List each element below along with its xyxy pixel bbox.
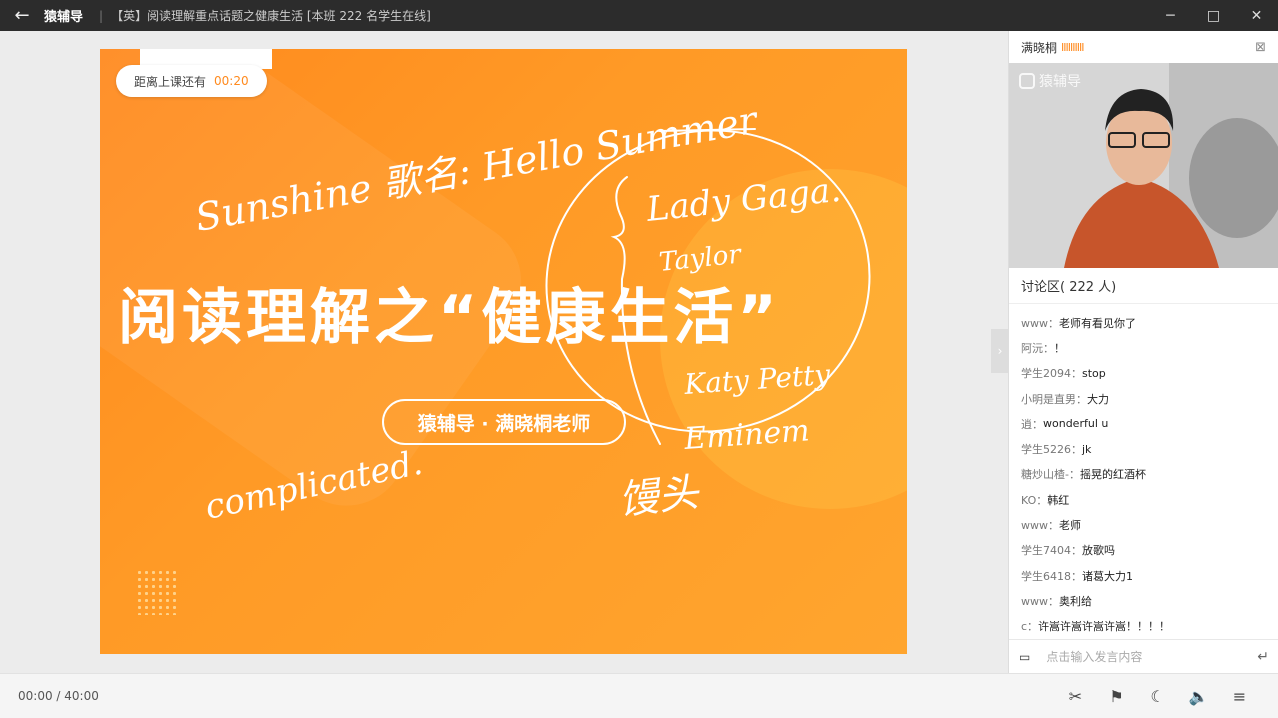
- chat-header: 讨论区( 222 人): [1009, 268, 1278, 304]
- camera-toggle-icon[interactable]: ⊠: [1255, 40, 1266, 55]
- chat-message: www： 奥利给: [1009, 588, 1278, 613]
- chat-text: 老师有看见你了: [1059, 316, 1136, 330]
- side-panel: › 满晓桐 IIIIIIIIII ⊠ 猿辅导 讨论区( 222 人) www：老…: [991, 31, 1278, 673]
- chat-text: 奥利给: [1059, 594, 1092, 608]
- app-brand: 猿辅导: [44, 10, 84, 25]
- handwriting-artist1: Lady Gaga.: [644, 170, 843, 230]
- chat-username: 学生7404：: [1021, 544, 1082, 558]
- chat-text: 老师: [1059, 519, 1081, 533]
- menu-icon[interactable]: ≡: [1219, 687, 1260, 706]
- title-separator: |: [99, 8, 104, 23]
- chat-message: www： 老师有看见你了: [1009, 310, 1278, 335]
- title-bar: ← 猿辅导 | 【英】阅读理解重点话题之健康生活 [本班 222 名学生在线] …: [0, 0, 1278, 31]
- chat-text: wonderful u: [1043, 417, 1109, 431]
- chat-username: 学生5226：: [1021, 443, 1082, 457]
- chevron-right-icon[interactable]: ›: [991, 329, 1009, 373]
- chat-text: 摇晃的红酒杯: [1079, 468, 1146, 482]
- chat-message: 学生5226： jk: [1009, 436, 1278, 461]
- flag-icon[interactable]: ⚑: [1096, 687, 1137, 706]
- chat-username: 学生2094：: [1021, 367, 1082, 381]
- chat-text: 大力: [1087, 392, 1109, 406]
- chat-message: 学生7404： 放歌吗: [1009, 538, 1278, 563]
- class-title: 【英】阅读理解重点话题之健康生活 [本班 222 名学生在线]: [111, 9, 431, 23]
- chat-message: c： 许嵩许嵩许嵩许嵩！！！！: [1009, 614, 1278, 634]
- close-icon[interactable]: ✕: [1235, 0, 1278, 31]
- chat-username: 糖炒山楂-：: [1021, 468, 1080, 482]
- chat-text: 诸葛大力1: [1082, 569, 1133, 583]
- back-arrow-icon[interactable]: ←: [0, 0, 44, 31]
- chat-username: www：: [1021, 519, 1059, 533]
- chat-username: 逍：: [1021, 417, 1043, 431]
- chat-message: 小明是直男： 大力: [1009, 386, 1278, 411]
- chat-text: 韩红: [1047, 493, 1070, 507]
- handwriting-artist4: Eminem: [682, 413, 811, 457]
- chat-message: 糖炒山楂-： 摇晃的红酒杯: [1009, 462, 1278, 487]
- chat-username: 学生6418：: [1021, 569, 1082, 583]
- handwriting-artist2: Taylor: [658, 239, 744, 278]
- handwriting-layer: Sunshine 歌名: Hello Summer Lady Gaga. Tay…: [192, 97, 871, 528]
- chat-list[interactable]: www： 老师有看见你了 阿沅：！学生2094： stop 小明是直男： 大力 逍： wond…: [1009, 304, 1278, 634]
- chat-text: 许嵩许嵩许嵩许嵩！！！！: [1038, 620, 1171, 634]
- chat-text: ！: [1054, 341, 1065, 355]
- teacher-name: 满晓桐: [1021, 40, 1058, 55]
- chat-text: stop: [1082, 366, 1106, 380]
- chat-input-field[interactable]: 点击输入发言内容: [1046, 648, 1142, 665]
- playback-time: 00:00 / 40:00: [18, 689, 99, 703]
- volume-icon[interactable]: 🔈: [1178, 687, 1219, 706]
- emoji-icon[interactable]: ▭: [1019, 650, 1030, 664]
- chat-username: www：: [1021, 316, 1059, 330]
- playback-bar: 00:00 / 40:00 ✂ ⚑ ☾ 🔈 ≡: [0, 673, 1278, 718]
- video-frame: [1009, 63, 1278, 268]
- chat-message: 阿沅：！: [1009, 335, 1278, 360]
- chat-message: KO： 韩红: [1009, 487, 1278, 512]
- teacher-video: 猿辅导: [1009, 63, 1278, 268]
- chat-username: 小明是直男：: [1021, 392, 1087, 406]
- chat-username: c：: [1021, 620, 1039, 634]
- chat-message: 逍： wonderful u: [1009, 411, 1278, 436]
- video-watermark: 猿辅导: [1019, 71, 1081, 91]
- signal-icon: IIIIIIIIII: [1061, 40, 1084, 54]
- lesson-slide: 距离上课还有 00:20 阅读理解之“健康生活” 猿辅导 · 满晓桐老师 Sun…: [100, 49, 907, 654]
- window-controls: ─ □ ✕: [1149, 0, 1278, 31]
- toolbar: ✂ ⚑ ☾ 🔈 ≡: [1055, 687, 1260, 706]
- chat-input-bar[interactable]: ▭ 点击输入发言内容 ↵: [1009, 639, 1278, 673]
- night-mode-icon[interactable]: ☾: [1137, 687, 1178, 706]
- chat-message: 学生2094： stop: [1009, 361, 1278, 386]
- handwriting-word: complicated.: [202, 443, 426, 528]
- chat-message: 学生6418： 诸葛大力1: [1009, 563, 1278, 588]
- maximize-icon[interactable]: □: [1192, 0, 1235, 31]
- send-icon[interactable]: ↵: [1257, 649, 1269, 665]
- chat-username: www：: [1021, 594, 1059, 608]
- scissors-icon[interactable]: ✂: [1055, 687, 1096, 706]
- chat-text: jk: [1082, 442, 1092, 456]
- chat-text: 放歌吗: [1082, 544, 1115, 558]
- handwriting-note: 馒头: [616, 470, 702, 524]
- minimize-icon[interactable]: ─: [1149, 0, 1192, 31]
- chat-username: 阿沅：: [1021, 341, 1054, 355]
- lesson-stage: 距离上课还有 00:20 阅读理解之“健康生活” 猿辅导 · 满晓桐老师 Sun…: [0, 31, 1008, 673]
- camera-header: 满晓桐 IIIIIIIIII ⊠: [1009, 31, 1278, 63]
- chat-message: www： 老师: [1009, 512, 1278, 537]
- chat-username: KO：: [1021, 493, 1048, 507]
